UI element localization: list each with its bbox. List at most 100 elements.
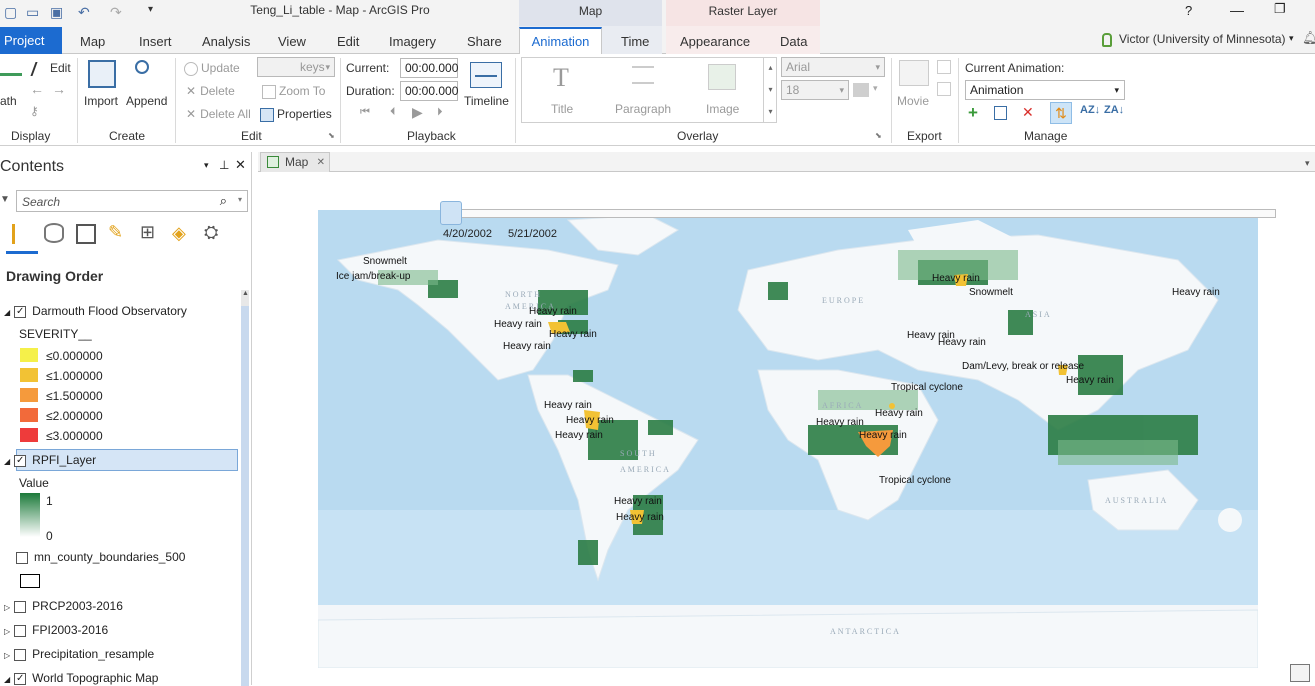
expand-icon[interactable]: ▷ [4,603,10,612]
tab-insert[interactable]: Insert [139,32,172,52]
expand-icon[interactable]: ◢ [4,675,10,684]
open-icon[interactable]: ▭ [26,4,39,21]
tab-time[interactable]: Time [621,32,649,52]
list-by-perspective-icon[interactable]: ⛭ [204,222,218,243]
list-by-editing-icon[interactable]: ✎ [108,222,123,243]
layer-checkbox[interactable]: ✓ [14,672,27,685]
toc-prcp[interactable]: ▷ PRCP2003-2016 [4,599,123,613]
layer-checkbox[interactable] [14,648,27,661]
sort-icon[interactable]: ⇅ [1050,102,1072,124]
tab-analysis[interactable]: Analysis [202,32,250,52]
tab-data[interactable]: Data [780,32,807,52]
expand-icon[interactable]: ◢ [4,457,10,466]
notification-icon[interactable]: 🔔︎ [1302,30,1315,46]
font-color-swatch[interactable] [853,83,869,97]
map-tab[interactable]: Map ✕ [260,152,330,172]
tab-appearance[interactable]: Appearance [680,32,750,52]
delete-button[interactable]: ✕ Delete [186,84,235,98]
contents-search-input[interactable]: Search ⌕ ▾ [16,190,248,212]
font-size-dropdown[interactable]: 18 ▾ [781,80,849,100]
close-pane-icon[interactable]: ✕ [235,157,246,173]
image-overlay-button[interactable]: Image [706,102,739,116]
movie-button[interactable]: Movie [897,94,929,108]
map-overview-icon[interactable] [1290,664,1310,682]
step-forward-icon[interactable]: ⏵︎ [437,106,443,119]
undo-icon[interactable]: ↶ [78,4,90,21]
pin-icon[interactable]: ⊥ [219,158,229,172]
append-button[interactable]: Append [126,94,167,108]
current-time-field[interactable]: 00:00.000 [400,58,458,78]
expand-icon[interactable]: ◢ [4,308,10,317]
path-button[interactable]: ath [0,94,17,108]
add-animation-icon[interactable]: + [968,103,978,123]
toc-dfo-layer[interactable]: ◢ ✓ Darmouth Flood Observatory [4,304,187,318]
user-name[interactable]: Victor (University of Minnesota) [1119,32,1286,46]
sort-descending-icon[interactable]: ZA↓ [1104,104,1124,116]
delete-animation-icon[interactable]: ✕ [1022,104,1034,121]
toc-rpfi-layer[interactable]: ◢ ✓ RPFI_Layer [4,453,96,467]
save-icon[interactable]: ▣ [50,4,63,21]
properties-button[interactable]: Properties [260,107,332,122]
layer-checkbox[interactable] [14,600,27,613]
sort-ascending-icon[interactable]: AZ↓ [1080,104,1100,116]
list-by-labeling-icon[interactable]: ◈ [172,223,186,244]
toc-mn-county[interactable]: mn_county_boundaries_500 [4,550,185,564]
import-button[interactable]: Import [84,94,118,108]
map-tab-close-icon[interactable]: ✕ [317,153,325,172]
current-animation-dropdown[interactable]: Animation ▾ [965,80,1125,100]
customize-qat-icon[interactable]: ▾ [148,4,153,15]
tab-imagery[interactable]: Imagery [389,32,436,52]
skip-back-icon[interactable]: ⏮︎ [360,106,370,119]
help-icon[interactable]: ? [1185,3,1192,18]
paragraph-overlay-button[interactable]: Paragraph [615,102,671,116]
list-by-drawing-order-icon[interactable] [12,224,34,244]
expand-icon[interactable]: ▷ [4,627,10,636]
view-dropdown-icon[interactable]: ▾ [1305,158,1310,169]
list-by-source-icon[interactable] [44,223,64,243]
tab-animation[interactable]: Animation [519,27,602,55]
copy-animation-icon[interactable] [994,106,1007,120]
layer-checkbox[interactable]: ✓ [14,454,27,467]
map-canvas[interactable] [318,210,1258,668]
duration-field[interactable]: 00:00.000 [400,81,458,101]
time-slider-handle[interactable] [440,201,462,225]
toc-precip-resample[interactable]: ▷ Precipitation_resample [4,647,154,661]
pane-options-icon[interactable]: ▾ [204,160,209,171]
edit-display-button[interactable]: Edit [30,61,71,76]
update-button[interactable]: Update [184,61,240,76]
layer-checkbox[interactable] [16,551,28,564]
export-frames-icon[interactable] [937,60,951,74]
tab-edit[interactable]: Edit [337,32,359,52]
user-dropdown-icon[interactable]: ▾ [1289,33,1294,44]
export-settings-icon[interactable] [937,82,951,96]
redo-icon[interactable]: ↷ [110,4,122,21]
timeline-button[interactable]: Timeline [464,94,509,108]
tab-share[interactable]: Share [467,32,502,52]
new-project-icon[interactable]: ▢ [4,4,17,21]
play-icon[interactable]: ▶︎ [412,104,423,121]
list-by-selection-icon[interactable] [76,224,96,244]
forward-arrow-icon[interactable]: → [52,81,66,97]
restore-icon[interactable]: ❐ [1274,1,1286,17]
layer-checkbox[interactable]: ✓ [14,305,27,318]
zoom-to-button[interactable]: Zoom To [262,84,325,99]
delete-all-button[interactable]: ✕ Delete All [186,107,251,121]
search-dropdown-icon[interactable]: ▾ [238,195,242,204]
tab-map[interactable]: Map [80,32,105,52]
font-color-dropdown-icon[interactable]: ▾ [873,83,878,94]
expand-icon[interactable]: ▷ [4,651,10,660]
title-overlay-button[interactable]: Title [551,102,573,116]
filter-icon[interactable]: ▼ [0,194,10,205]
back-arrow-icon[interactable]: ← [30,81,44,97]
scroll-up-icon[interactable]: ▲ [242,290,249,297]
minimize-icon[interactable]: — [1230,2,1244,18]
contents-scrollbar[interactable] [241,290,249,686]
gallery-scroll[interactable]: ▴ ▾ ▾ [763,57,777,123]
edit-launcher-icon[interactable]: ⬊ [328,131,335,140]
toc-fpi[interactable]: ▷ FPI2003-2016 [4,623,108,637]
overlay-launcher-icon[interactable]: ⬊ [875,131,882,140]
time-slider-track[interactable] [450,209,1276,218]
font-dropdown[interactable]: Arial ▾ [781,57,885,77]
keys-dropdown[interactable]: keys ▾ [257,57,335,77]
toc-world-topo[interactable]: ◢ ✓ World Topographic Map [4,671,158,685]
